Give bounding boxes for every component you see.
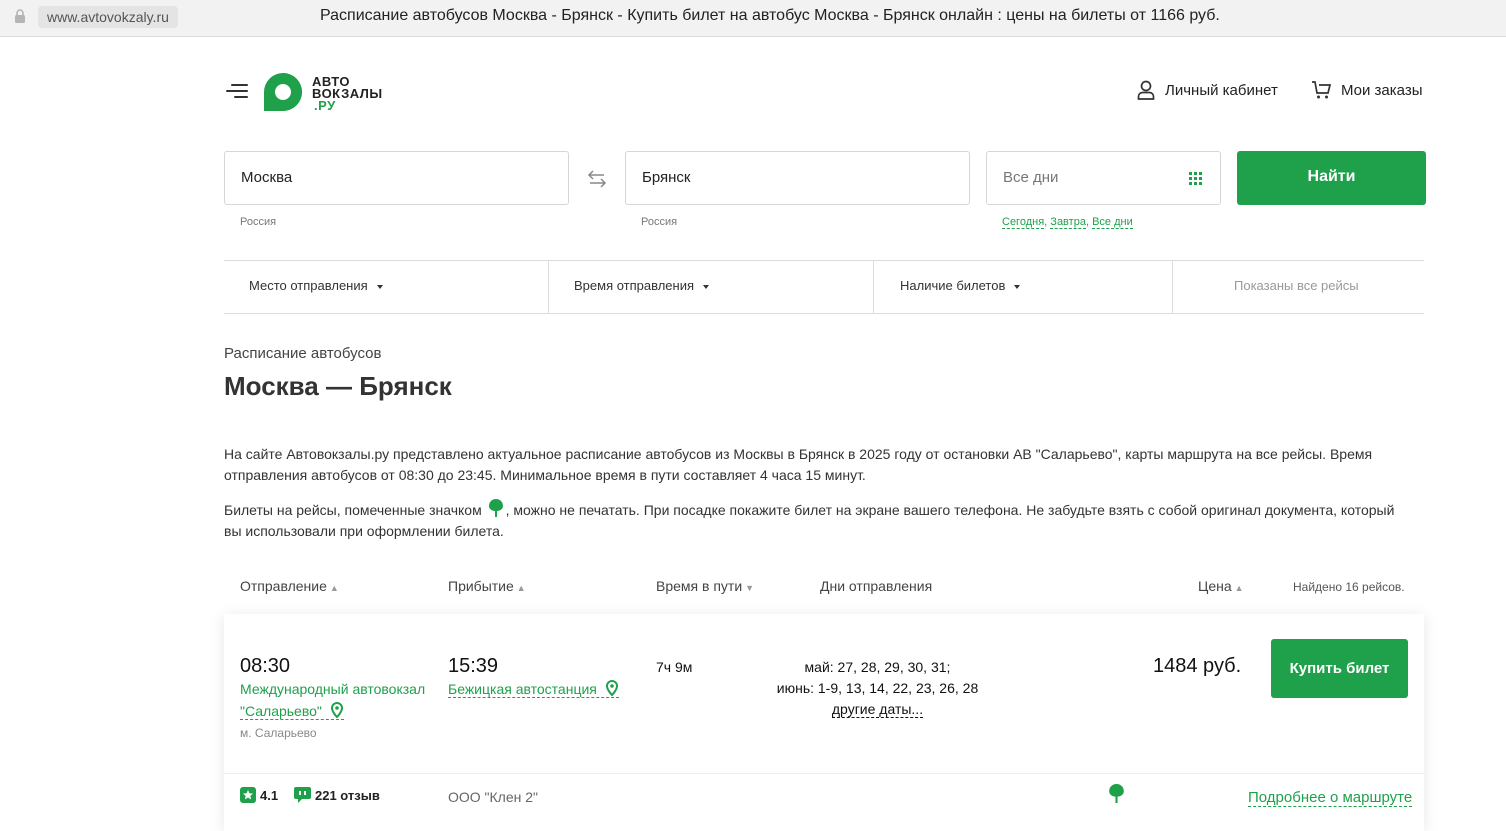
logo-icon[interactable] — [263, 72, 303, 112]
date-tomorrow-link[interactable]: Завтра — [1050, 216, 1086, 229]
calendar-grid-icon[interactable] — [1189, 172, 1202, 185]
results-count: Найдено 16 рейсов. — [1293, 580, 1405, 594]
filter-tickets[interactable]: Наличие билетов — [900, 261, 1021, 313]
caret-down-icon — [1014, 284, 1021, 289]
caret-down-icon — [376, 284, 383, 289]
departure-station-line-1: Международный автовокзал — [240, 681, 426, 697]
carrier-name: ООО "Клен 2" — [448, 789, 539, 805]
find-button[interactable]: Найти — [1237, 151, 1426, 205]
filter-status: Показаны все рейсы — [1234, 278, 1359, 293]
route-details-link[interactable]: Подробнее о маршруте — [1248, 789, 1413, 807]
filter-tickets-label: Наличие билетов — [900, 278, 1006, 293]
pin-icon — [605, 679, 618, 697]
trip-duration: 7ч 9м — [656, 659, 693, 675]
filter-divider — [548, 261, 549, 313]
filter-departure-time-label: Время отправления — [574, 278, 695, 293]
date-quick-links: Сегодня, Завтра, Все дни — [1002, 216, 1133, 229]
intro-paragraph: На сайте Автовокзалы.ру представлено акт… — [224, 446, 1373, 483]
reviews-link[interactable]: 221 отзыв — [294, 787, 380, 803]
eticket-paragraph: Билеты на рейсы, помеченные значком , мо… — [224, 498, 1414, 542]
departure-metro: м. Саларьево — [240, 726, 317, 740]
departure-days: май: 27, 28, 29, 30, 31; июнь: 1-9, 13, … — [760, 657, 995, 720]
address-bar[interactable]: www.avtovokzaly.ru — [38, 6, 178, 28]
date-all-link[interactable]: Все дни — [1092, 216, 1133, 229]
sort-arrival-label: Прибытие — [448, 578, 514, 594]
account-label: Личный кабинет — [1165, 81, 1278, 99]
sort-up-icon: ▲ — [329, 583, 339, 593]
carrier-rating[interactable]: 4.1 — [240, 787, 278, 803]
buy-ticket-button[interactable]: Купить билет — [1271, 639, 1408, 698]
filter-divider — [1172, 261, 1173, 313]
from-field[interactable]: Москва — [224, 151, 569, 205]
menu-icon[interactable] — [226, 82, 248, 100]
filter-bar: Место отправления Время отправления Нали… — [224, 260, 1424, 314]
date-today-link[interactable]: Сегодня — [1002, 216, 1045, 229]
trip-price: 1484 руб. — [1153, 655, 1242, 677]
tree-icon — [488, 499, 503, 517]
logo-line-3: .РУ — [314, 98, 336, 113]
to-country-hint: Россия — [641, 216, 678, 228]
orders-label: Мои заказы — [1341, 81, 1423, 99]
filter-departure-place-label: Место отправления — [249, 278, 368, 293]
pin-icon — [330, 701, 343, 719]
caret-down-icon — [703, 284, 710, 289]
logo-text[interactable]: АВТО ВОКЗАЛЫ .РУ — [312, 75, 383, 113]
trip-card — [224, 614, 1424, 831]
sort-duration[interactable]: Время в пути ▼ — [656, 578, 754, 594]
card-divider — [224, 773, 1424, 774]
rating-value: 4.1 — [260, 787, 279, 803]
date-field[interactable]: Все дни — [986, 151, 1221, 205]
window-title: Расписание автобусов Москва - Брянск - К… — [320, 7, 1220, 24]
arrival-time: 15:39 — [448, 655, 499, 677]
star-icon — [240, 787, 256, 803]
days-column-header: Дни отправления — [820, 578, 933, 594]
page-title: Москва — Брянск — [224, 371, 452, 401]
other-dates-link[interactable]: другие даты... — [831, 701, 924, 718]
sort-up-icon: ▲ — [516, 583, 526, 593]
sort-up-icon: ▲ — [1234, 583, 1244, 593]
departure-station-link[interactable]: Международный автовокзал "Саларьево" — [240, 678, 425, 722]
page-kicker: Расписание автобусов — [224, 345, 382, 362]
filter-departure-time[interactable]: Время отправления — [574, 261, 710, 313]
days-june: июнь: 1-9, 13, 14, 22, 23, 26, 28 — [776, 680, 979, 696]
sort-departure-label: Отправление — [240, 578, 327, 594]
reviews-count: 221 отзыв — [315, 787, 380, 803]
swap-icon[interactable] — [587, 169, 607, 189]
tree-icon — [1109, 784, 1124, 803]
sort-departure[interactable]: Отправление ▲ — [240, 578, 339, 594]
sort-price[interactable]: Цена ▲ — [1198, 578, 1244, 594]
sort-arrival[interactable]: Прибытие ▲ — [448, 578, 526, 594]
to-field[interactable]: Брянск — [625, 151, 970, 205]
orders-link[interactable]: Мои заказы — [1311, 80, 1423, 100]
cart-icon — [1312, 81, 1331, 99]
review-icon — [294, 787, 311, 803]
account-link[interactable]: Личный кабинет — [1137, 80, 1278, 100]
filter-divider — [873, 261, 874, 313]
eticket-text-before: Билеты на рейсы, помеченные значком — [224, 502, 482, 518]
arrival-station-label: Бежицкая автостанция — [448, 681, 597, 697]
arrival-station-link[interactable]: Бежицкая автостанция — [448, 678, 619, 700]
user-icon — [1137, 80, 1155, 100]
sort-price-label: Цена — [1198, 578, 1232, 594]
days-may: май: 27, 28, 29, 30, 31; — [804, 659, 951, 675]
departure-station-line-2: "Саларьево" — [240, 703, 322, 719]
departure-time: 08:30 — [240, 655, 291, 677]
from-country-hint: Россия — [240, 216, 277, 228]
sort-down-icon: ▼ — [745, 583, 755, 593]
lock-icon — [15, 9, 25, 23]
sort-duration-label: Время в пути — [656, 578, 743, 594]
filter-departure-place[interactable]: Место отправления — [249, 261, 383, 313]
